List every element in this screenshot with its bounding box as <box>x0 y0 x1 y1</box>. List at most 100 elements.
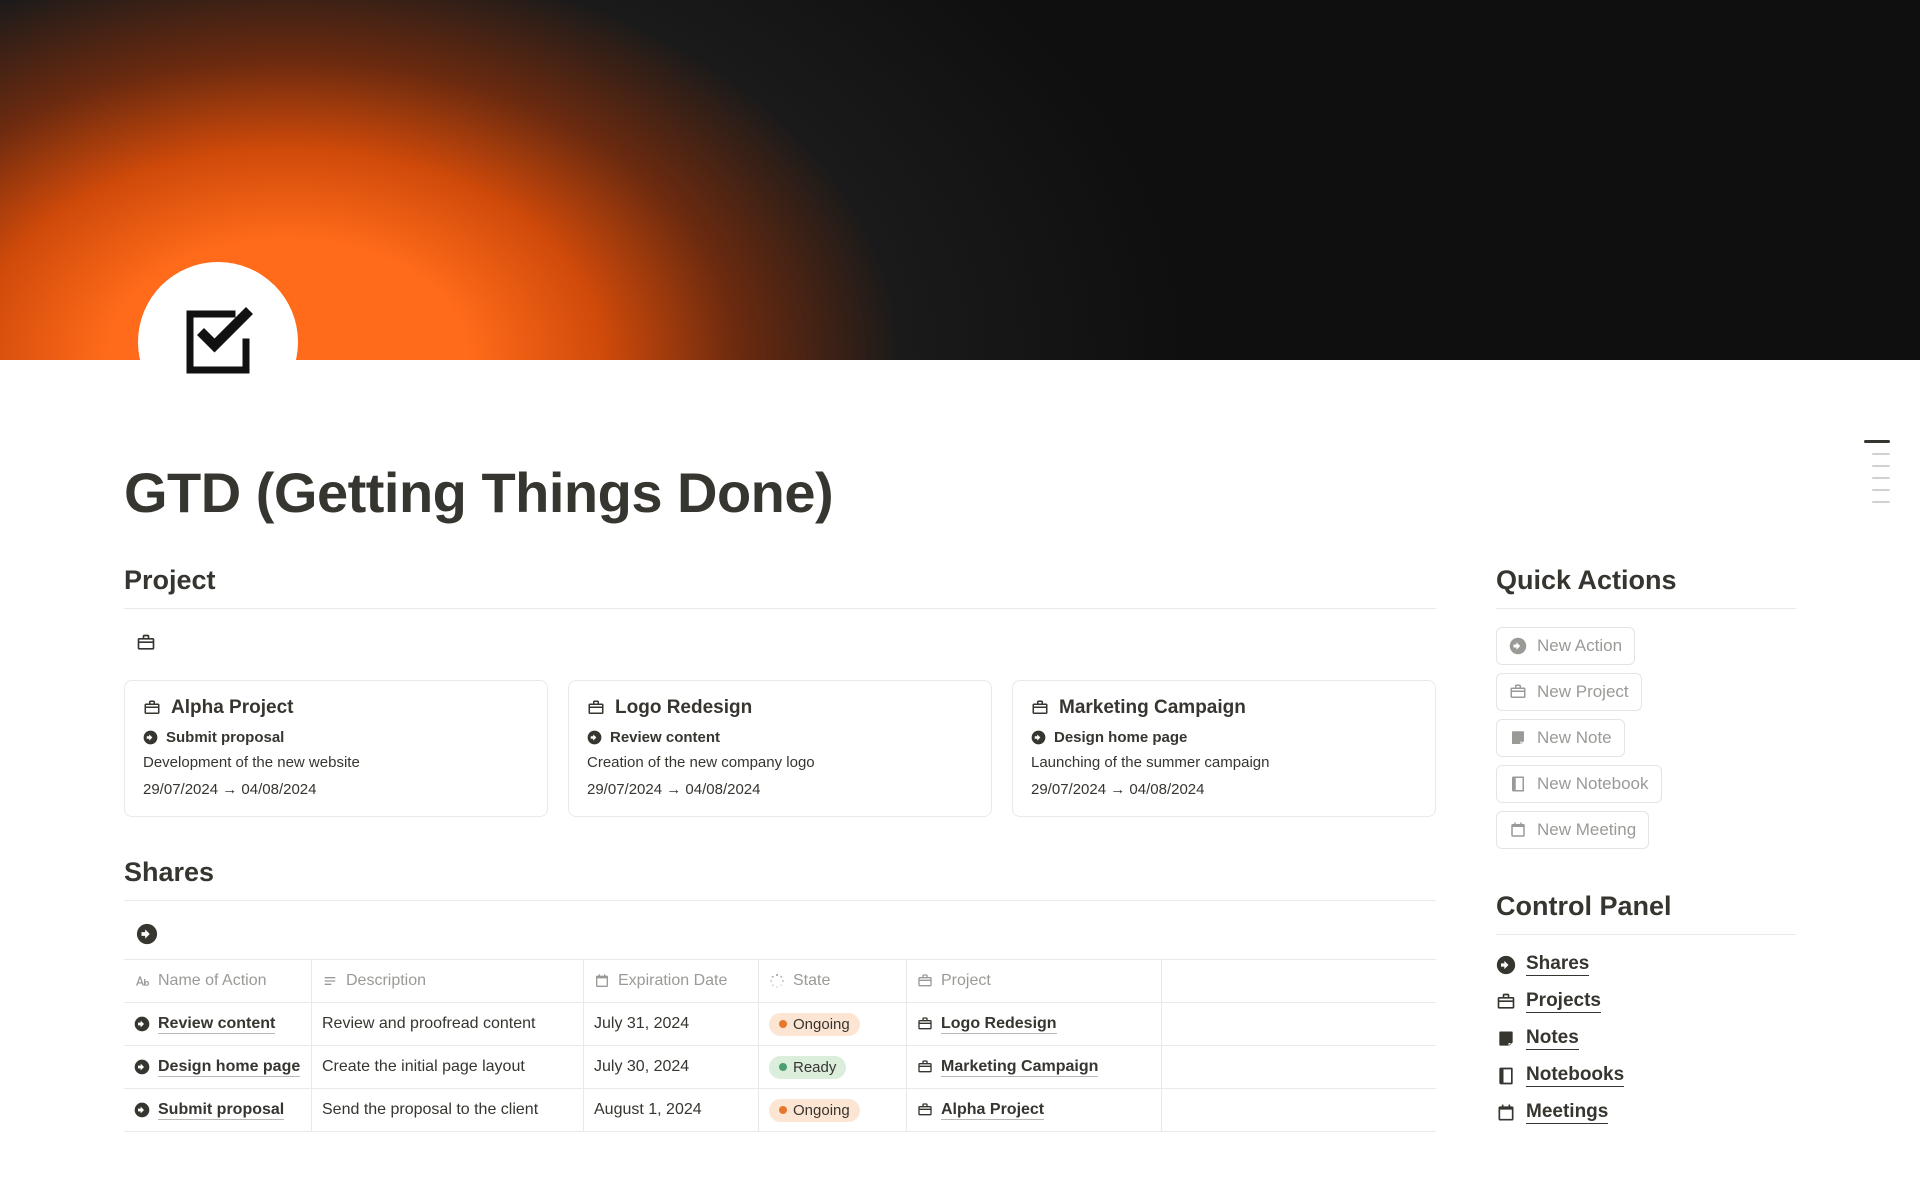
control-panel-notes[interactable]: Notes <box>1496 1027 1796 1050</box>
quick-actions-heading: Quick Actions <box>1496 565 1796 596</box>
action-exp: July 31, 2024 <box>594 1015 689 1033</box>
action-name[interactable]: Design home page <box>158 1058 300 1077</box>
action-name[interactable]: Review content <box>158 1015 275 1034</box>
arrow-icon <box>1496 955 1516 975</box>
project-date: 29/07/2024 → 04/08/2024 <box>1031 781 1417 798</box>
arrow-icon <box>587 730 602 745</box>
project-card[interactable]: Logo Redesign Review content Creation of… <box>568 680 992 817</box>
divider <box>124 608 1436 609</box>
arrow-icon <box>1031 730 1046 745</box>
action-desc: Create the initial page layout <box>322 1058 525 1076</box>
briefcase-icon <box>917 1102 933 1118</box>
note-icon <box>1509 729 1527 747</box>
project-group-icon[interactable] <box>124 627 1436 680</box>
hero-banner <box>0 0 1920 360</box>
project-desc: Launching of the summer campaign <box>1031 754 1417 771</box>
col-name-header[interactable]: Name of Action <box>124 960 312 1002</box>
briefcase-icon <box>917 1059 933 1075</box>
quick-action-new-action[interactable]: New Action <box>1496 627 1635 665</box>
action-desc: Review and proofread content <box>322 1015 535 1033</box>
shares-table: Name of Action Description Expiration Da… <box>124 959 1436 1132</box>
briefcase-icon <box>587 699 605 717</box>
project-card[interactable]: Alpha Project Submit proposal Developmen… <box>124 680 548 817</box>
shares-group-icon[interactable] <box>124 919 1436 959</box>
control-panel-projects[interactable]: Projects <box>1496 990 1796 1013</box>
checkbox-icon <box>176 300 260 384</box>
project-card[interactable]: Marketing Campaign Design home page Laun… <box>1012 680 1436 817</box>
project-date: 29/07/2024 → 04/08/2024 <box>143 781 529 798</box>
table-row[interactable]: Submit proposal Send the proposal to the… <box>124 1089 1436 1132</box>
text-icon <box>134 973 150 989</box>
briefcase-icon <box>1031 699 1049 717</box>
control-panel-notebooks[interactable]: Notebooks <box>1496 1064 1796 1087</box>
calendar-icon <box>594 973 610 989</box>
col-desc-header[interactable]: Description <box>312 960 584 1002</box>
action-exp: July 30, 2024 <box>594 1058 689 1076</box>
divider <box>1496 934 1796 935</box>
col-project-header[interactable]: Project <box>907 960 1162 1002</box>
project-link[interactable]: Marketing Campaign <box>941 1058 1098 1077</box>
control-panel-label: Projects <box>1526 990 1601 1013</box>
table-row[interactable]: Review content Review and proofread cont… <box>124 1003 1436 1046</box>
project-link[interactable]: Logo Redesign <box>941 1015 1057 1034</box>
col-exp-header[interactable]: Expiration Date <box>584 960 759 1002</box>
lines-icon <box>322 973 338 989</box>
project-name: Alpha Project <box>171 697 293 719</box>
project-name: Logo Redesign <box>615 697 752 719</box>
quick-action-label: New Action <box>1537 636 1622 656</box>
quick-action-new-meeting[interactable]: New Meeting <box>1496 811 1649 849</box>
calendar-icon <box>1509 821 1527 839</box>
action-name[interactable]: Submit proposal <box>158 1101 284 1120</box>
state-badge: Ready <box>769 1056 846 1079</box>
table-header-row: Name of Action Description Expiration Da… <box>124 960 1436 1003</box>
table-of-contents[interactable] <box>1860 440 1890 503</box>
quick-action-label: New Note <box>1537 728 1612 748</box>
arrow-icon <box>134 1059 150 1075</box>
quick-action-label: New Meeting <box>1537 820 1636 840</box>
arrow-icon <box>1509 637 1527 655</box>
page-icon[interactable] <box>138 262 298 422</box>
arrow-icon <box>143 730 158 745</box>
col-state-header[interactable]: State <box>759 960 907 1002</box>
control-panel-label: Meetings <box>1526 1101 1608 1124</box>
action-desc: Send the proposal to the client <box>322 1101 538 1119</box>
project-action: Design home page <box>1054 729 1187 746</box>
quick-action-label: New Notebook <box>1537 774 1649 794</box>
divider <box>124 900 1436 901</box>
project-desc: Creation of the new company logo <box>587 754 973 771</box>
briefcase-icon <box>917 973 933 989</box>
control-panel-label: Notes <box>1526 1027 1579 1050</box>
arrow-icon <box>134 1102 150 1118</box>
control-panel-meetings[interactable]: Meetings <box>1496 1101 1796 1124</box>
control-panel-label: Notebooks <box>1526 1064 1624 1087</box>
control-panel-label: Shares <box>1526 953 1589 976</box>
control-panel-heading: Control Panel <box>1496 891 1796 922</box>
state-badge: Ongoing <box>769 1099 860 1122</box>
quick-action-new-notebook[interactable]: New Notebook <box>1496 765 1662 803</box>
action-exp: August 1, 2024 <box>594 1101 702 1119</box>
arrow-icon <box>134 1016 150 1032</box>
table-row[interactable]: Design home page Create the initial page… <box>124 1046 1436 1089</box>
briefcase-icon <box>917 1016 933 1032</box>
project-name: Marketing Campaign <box>1059 697 1246 719</box>
quick-action-new-project[interactable]: New Project <box>1496 673 1642 711</box>
project-heading: Project <box>124 565 1436 596</box>
notebook-icon <box>1496 1066 1516 1086</box>
briefcase-icon <box>1509 683 1527 701</box>
briefcase-icon <box>1496 992 1516 1012</box>
project-desc: Development of the new website <box>143 754 529 771</box>
note-icon <box>1496 1029 1516 1049</box>
divider <box>1496 608 1796 609</box>
project-link[interactable]: Alpha Project <box>941 1101 1044 1120</box>
notebook-icon <box>1509 775 1527 793</box>
briefcase-icon <box>143 699 161 717</box>
project-action: Review content <box>610 729 720 746</box>
shares-heading: Shares <box>124 857 1436 888</box>
quick-action-label: New Project <box>1537 682 1629 702</box>
page-title[interactable]: GTD (Getting Things Done) <box>124 460 1796 525</box>
project-date: 29/07/2024 → 04/08/2024 <box>587 781 973 798</box>
calendar-icon <box>1496 1103 1516 1123</box>
control-panel-shares[interactable]: Shares <box>1496 953 1796 976</box>
spinner-icon <box>769 973 785 989</box>
quick-action-new-note[interactable]: New Note <box>1496 719 1625 757</box>
